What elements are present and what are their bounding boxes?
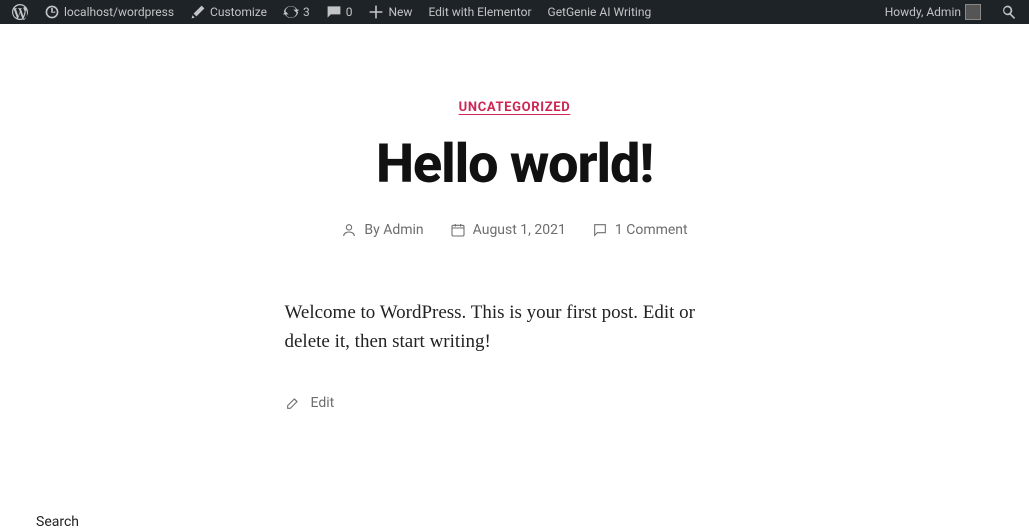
site-content: Uncategorized Hello world! By Admin Augu… (0, 24, 1029, 411)
author-text: By Admin (364, 222, 423, 238)
comments-text: 1 Comment (615, 222, 688, 238)
customize-link[interactable]: Customize (182, 0, 275, 24)
new-label: New (388, 5, 412, 19)
edit-icon (285, 395, 301, 411)
search-icon (1001, 4, 1017, 20)
date-text: August 1, 2021 (473, 222, 566, 238)
update-icon (283, 4, 299, 20)
category-link[interactable]: Uncategorized (459, 100, 571, 115)
dashboard-icon (44, 4, 60, 20)
brush-icon (190, 4, 206, 20)
comment-bubble-icon (592, 222, 608, 238)
person-icon (341, 222, 357, 238)
wp-admin-bar: localhost/wordpress Customize 3 0 New (0, 0, 1029, 24)
post-meta: By Admin August 1, 2021 1 Comment (195, 222, 835, 238)
site-name-menu[interactable]: localhost/wordpress (36, 0, 182, 24)
comment-icon (326, 4, 342, 20)
comments-count: 0 (346, 5, 353, 19)
plus-icon (368, 4, 384, 20)
author-link[interactable]: Admin (383, 222, 423, 238)
meta-comments[interactable]: 1 Comment (592, 222, 688, 238)
meta-author: By Admin (341, 222, 423, 238)
edit-post-link[interactable]: Edit (285, 395, 745, 411)
updates-link[interactable]: 3 (275, 0, 318, 24)
wordpress-icon (12, 4, 28, 20)
search-toggle[interactable] (993, 0, 1025, 24)
edit-label: Edit (311, 395, 335, 411)
site-name-label: localhost/wordpress (64, 5, 174, 19)
account-menu[interactable]: Howdy, Admin (877, 0, 989, 24)
post-header: Uncategorized Hello world! By Admin Augu… (195, 96, 835, 238)
customize-label: Customize (210, 5, 267, 19)
avatar (965, 4, 981, 20)
edit-elementor-label: Edit with Elementor (428, 5, 531, 19)
getgenie-label: GetGenie AI Writing (548, 5, 652, 19)
post-title: Hello world! (195, 133, 835, 196)
getgenie-link[interactable]: GetGenie AI Writing (540, 0, 660, 24)
post-body: Welcome to WordPress. This is your first… (285, 298, 745, 357)
comments-link[interactable]: 0 (318, 0, 361, 24)
calendar-icon (450, 222, 466, 238)
new-content-menu[interactable]: New (360, 0, 420, 24)
search-widget-label: Search (36, 514, 79, 530)
wp-logo-menu[interactable] (4, 0, 36, 24)
post-content: Welcome to WordPress. This is your first… (285, 298, 745, 357)
edit-elementor-link[interactable]: Edit with Elementor (420, 0, 539, 24)
updates-count: 3 (303, 5, 310, 19)
meta-date: August 1, 2021 (450, 222, 566, 238)
howdy-label: Howdy, Admin (885, 5, 961, 19)
